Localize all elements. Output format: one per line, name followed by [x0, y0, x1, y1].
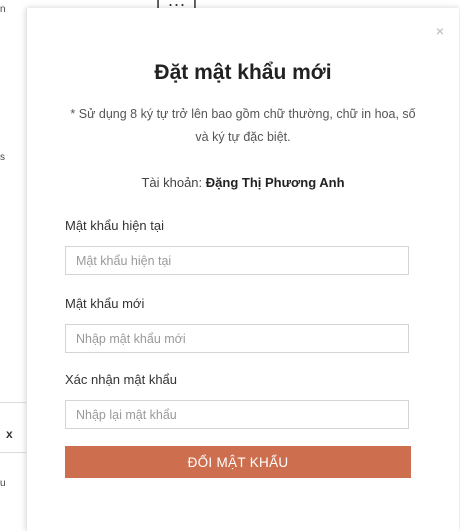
change-password-button[interactable]: ĐỔI MẬT KHẨU [65, 446, 411, 478]
account-name: Đặng Thị Phương Anh [205, 175, 345, 190]
modal-title: Đặt mật khẩu mới [154, 61, 332, 84]
background-close-icon: x [6, 427, 13, 441]
account-info: Tài khoản: Đặng Thị Phương Anh [27, 175, 459, 190]
new-password-label: Mật khẩu mới [65, 296, 145, 311]
account-label: Tài khoản: [141, 175, 203, 190]
close-icon[interactable]: × [433, 24, 447, 38]
background-fragment: s [0, 152, 5, 163]
background-fragment: n [0, 4, 6, 15]
background-divider [0, 402, 26, 403]
background-divider [0, 452, 26, 453]
password-requirements-note: * Sử dụng 8 ký tự trở lên bao gồm chữ th… [70, 107, 416, 144]
background-fragment: u [0, 478, 6, 489]
change-password-modal: × Đặt mật khẩu mới * Sử dụng 8 ký tự trở… [26, 8, 459, 531]
page-backdrop: [ ... ] n s x u × Đặt mật khẩu mới * Sử … [0, 0, 460, 531]
new-password-input[interactable] [65, 324, 409, 353]
confirm-password-input[interactable] [65, 400, 409, 429]
current-password-label: Mật khẩu hiện tại [65, 218, 165, 233]
current-password-input[interactable] [65, 246, 409, 275]
confirm-password-label: Xác nhận mật khẩu [65, 372, 178, 387]
